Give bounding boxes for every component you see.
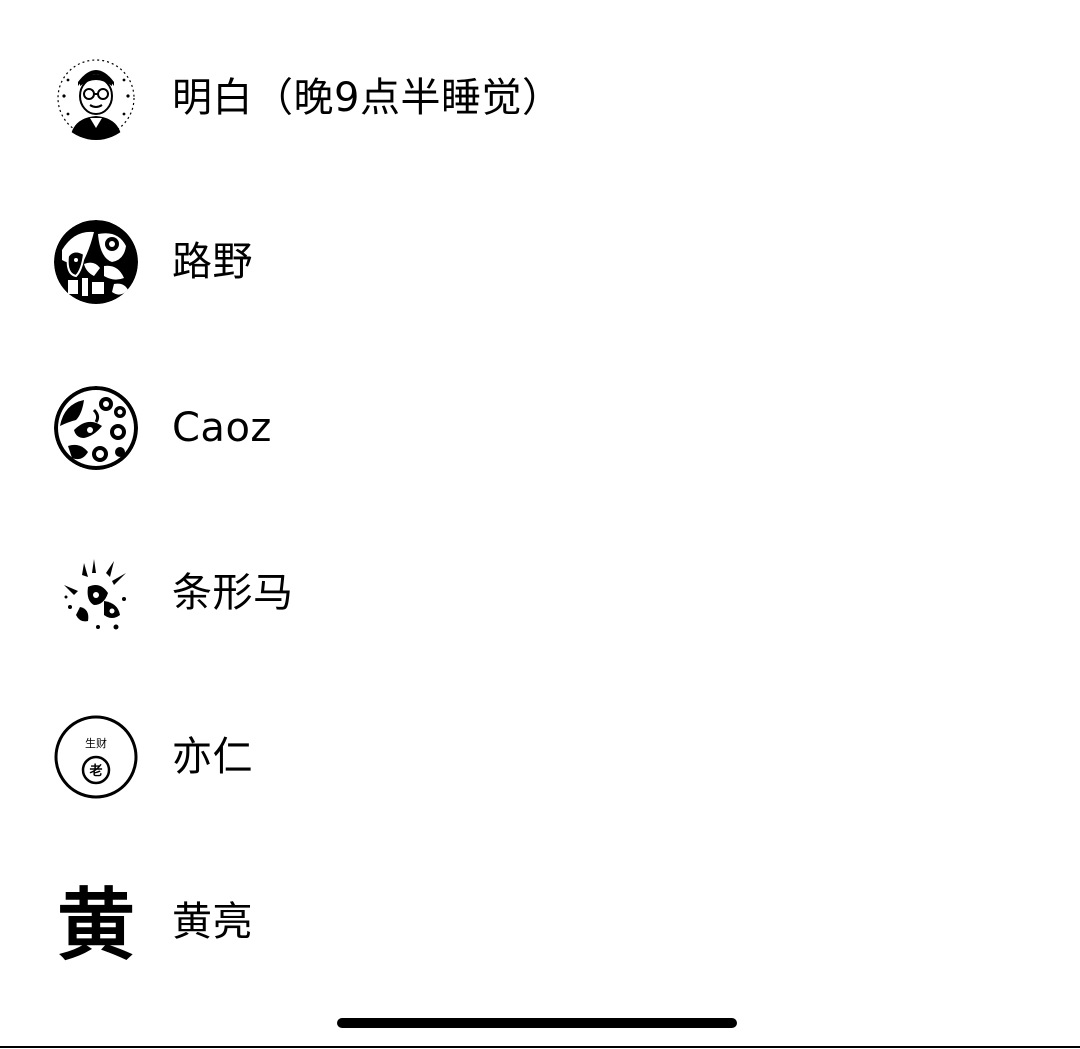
avatar-seal-text: 老 (88, 763, 102, 779)
contact-list: 明白（晚9点半睡觉） 路野 Caoz 条形马 生财 老 亦仁 黄 黄亮 (0, 0, 1080, 1000)
contact-row[interactable]: 路野 (0, 202, 1080, 322)
bottom-divider (0, 1046, 1080, 1048)
contact-name: 路野 (172, 239, 253, 285)
circle-seal-avatar-icon: 生财 老 (54, 715, 138, 799)
contact-row[interactable]: 黄 黄亮 (0, 862, 1080, 982)
contact-row[interactable]: 条形马 (0, 533, 1080, 653)
contact-row[interactable]: Caoz (0, 368, 1080, 488)
avatar-calligraphy-text: 黄 (57, 880, 135, 964)
contact-name: 亦仁 (172, 734, 253, 780)
sketch-splash-avatar-icon (54, 551, 138, 635)
contact-name: 条形马 (172, 570, 294, 616)
abstract-pattern-avatar-icon (54, 386, 138, 470)
avatar-text: 生财 (85, 736, 107, 750)
contact-name: 明白（晚9点半睡觉） (172, 75, 563, 121)
contact-row[interactable]: 明白（晚9点半睡觉） (0, 38, 1080, 158)
cartoon-man-glasses-avatar-icon (54, 56, 138, 140)
illustrated-portrait-avatar-icon (54, 220, 138, 304)
calligraphy-character-avatar-icon: 黄 (54, 880, 138, 964)
contact-name: 黄亮 (172, 899, 253, 945)
contact-row[interactable]: 生财 老 亦仁 (0, 697, 1080, 817)
home-indicator[interactable] (337, 1018, 737, 1028)
contact-name: Caoz (172, 405, 272, 451)
